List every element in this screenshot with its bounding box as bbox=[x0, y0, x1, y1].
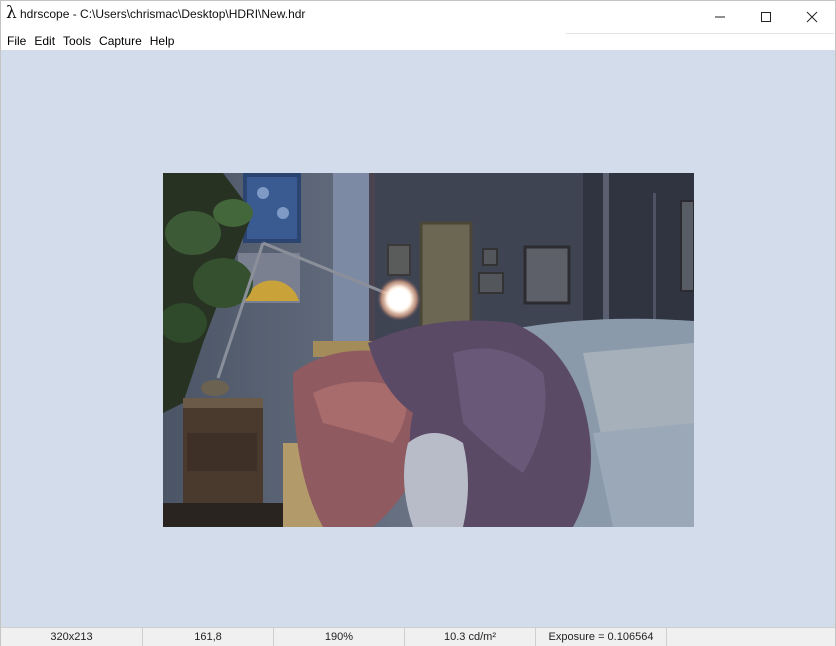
menubar-divider bbox=[566, 33, 834, 34]
status-resolution: 320x213 bbox=[1, 628, 143, 646]
hdr-photo bbox=[163, 173, 694, 527]
image-viewport[interactable] bbox=[1, 50, 835, 627]
status-exposure: Exposure = 0.106564 bbox=[536, 628, 667, 646]
status-zoom: 190% bbox=[274, 628, 405, 646]
window-title: hdrscope - C:\Users\chrismac\Desktop\HDR… bbox=[20, 7, 306, 21]
close-icon bbox=[806, 11, 818, 23]
lambda-app-icon[interactable]: λ bbox=[6, 5, 17, 22]
menu-edit[interactable]: Edit bbox=[30, 34, 59, 49]
menu-help[interactable]: Help bbox=[146, 34, 179, 49]
menu-bar: File Edit Tools Capture Help bbox=[1, 33, 835, 50]
status-bar: 320x213 161,8 190% 10.3 cd/m² Exposure =… bbox=[1, 627, 835, 646]
window-controls bbox=[697, 1, 835, 33]
menu-capture[interactable]: Capture bbox=[95, 34, 146, 49]
minimize-button[interactable] bbox=[697, 1, 743, 33]
app-window: λ hdrscope - C:\Users\chrismac\Desktop\H… bbox=[0, 0, 836, 646]
status-empty bbox=[667, 628, 835, 646]
menu-tools[interactable]: Tools bbox=[59, 34, 95, 49]
status-luminance: 10.3 cd/m² bbox=[405, 628, 536, 646]
title-bar[interactable]: λ hdrscope - C:\Users\chrismac\Desktop\H… bbox=[1, 1, 835, 33]
hdr-image[interactable] bbox=[163, 173, 694, 527]
close-button[interactable] bbox=[789, 1, 835, 33]
minimize-icon bbox=[715, 16, 725, 18]
maximize-icon bbox=[761, 12, 771, 22]
menu-file[interactable]: File bbox=[3, 34, 30, 49]
status-coordinates: 161,8 bbox=[143, 628, 274, 646]
maximize-button[interactable] bbox=[743, 1, 789, 33]
